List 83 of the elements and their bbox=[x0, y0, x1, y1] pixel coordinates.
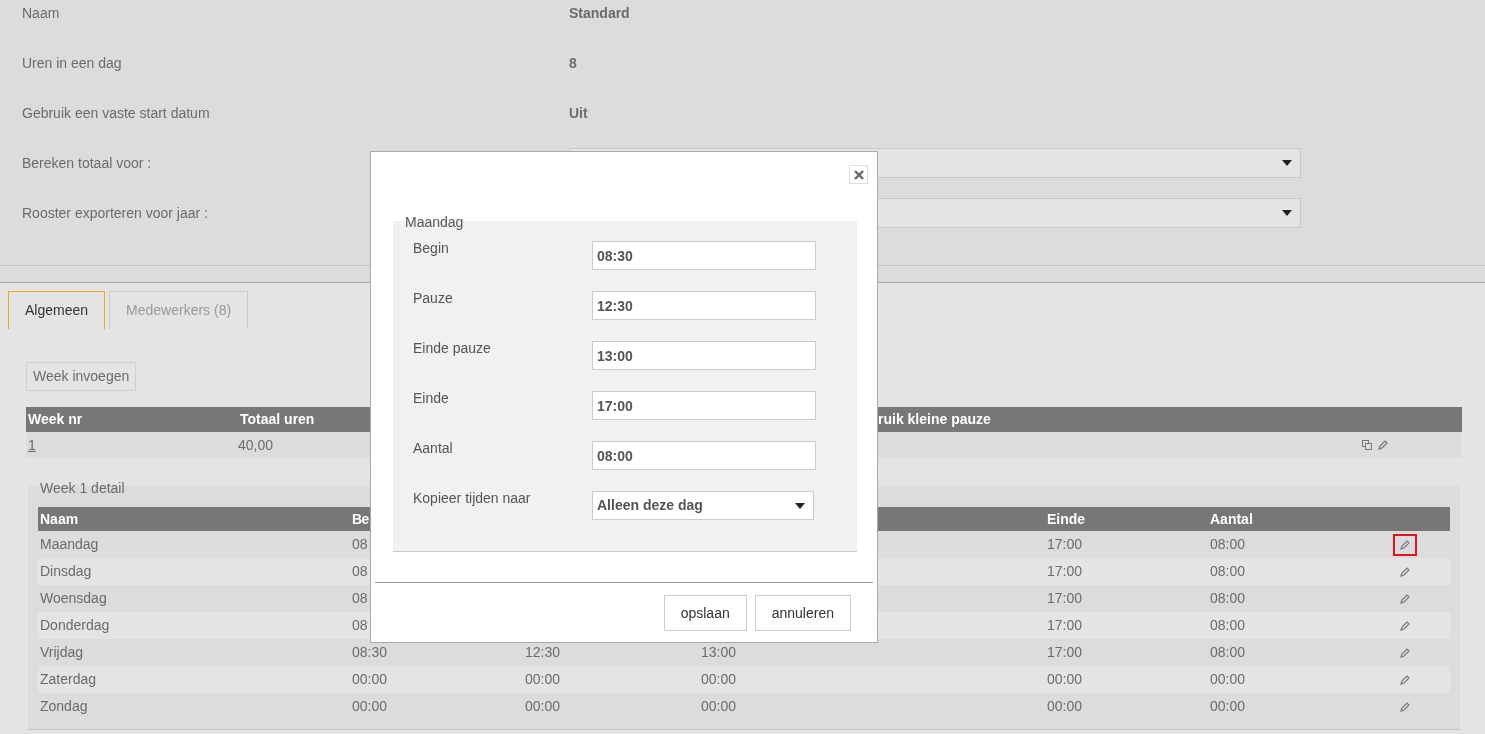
column-header: Week nr bbox=[28, 411, 83, 427]
caret-icon bbox=[795, 502, 805, 509]
table-cell: Zaterdag bbox=[40, 671, 97, 687]
caret-icon bbox=[1282, 210, 1292, 216]
pencil-icon[interactable] bbox=[1400, 701, 1410, 712]
select-field[interactable]: Alleen deze dag bbox=[592, 491, 814, 520]
column-header: Be bbox=[352, 510, 369, 527]
table-cell: 08 bbox=[352, 563, 368, 579]
table-cell: 00:00 bbox=[352, 671, 388, 687]
close-button[interactable] bbox=[849, 165, 868, 184]
field-label: Aantal bbox=[413, 439, 454, 458]
table-cell: 08 bbox=[352, 617, 368, 633]
panel-legend: Week 1 detail bbox=[40, 478, 125, 499]
table-cell: 08:30 bbox=[352, 644, 388, 660]
column-header: Naam bbox=[40, 510, 79, 527]
table-cell: Zondag bbox=[40, 698, 88, 714]
table-cell: 13:00 bbox=[701, 644, 737, 660]
input-field[interactable]: 08:30 bbox=[592, 241, 816, 270]
field-label: Einde bbox=[413, 389, 450, 408]
field-label: Rooster exporteren voor jaar : bbox=[22, 204, 208, 221]
table-cell: Dinsdag bbox=[40, 563, 92, 579]
pencil-icon[interactable] bbox=[1400, 539, 1410, 550]
pencil-icon[interactable] bbox=[1400, 593, 1410, 604]
field-value: Standard bbox=[569, 3, 630, 23]
week-link[interactable]: 1 bbox=[26, 434, 36, 456]
panel-legend: Maandag bbox=[405, 212, 464, 233]
input-field[interactable]: 17:00 bbox=[592, 391, 816, 420]
input-field[interactable]: 12:30 bbox=[592, 291, 816, 320]
table-cell: 12:30 bbox=[525, 644, 561, 660]
table-cell: 00:00 bbox=[1210, 671, 1246, 687]
pencil-icon[interactable] bbox=[1400, 566, 1410, 577]
field-value: Uit bbox=[569, 103, 588, 123]
column-header: ruik kleine pauze bbox=[878, 411, 991, 427]
copy-icon[interactable] bbox=[1362, 440, 1372, 450]
table-cell: Woensdag bbox=[40, 590, 107, 606]
pencil-icon[interactable] bbox=[1400, 620, 1410, 631]
input-field[interactable]: 13:00 bbox=[592, 341, 816, 370]
pencil-icon[interactable] bbox=[1400, 674, 1410, 685]
table-cell: 00:00 bbox=[1047, 698, 1083, 714]
pencil-icon[interactable] bbox=[1378, 440, 1388, 450]
insert-week-button[interactable]: Week invoegen bbox=[26, 362, 137, 391]
table-cell: 17:00 bbox=[1047, 617, 1083, 633]
pencil-icon[interactable] bbox=[1400, 647, 1410, 658]
table-cell: 17:00 bbox=[1047, 536, 1083, 552]
column-header: Einde bbox=[1047, 510, 1086, 527]
field-label: Pauze bbox=[413, 289, 454, 308]
table-cell: 08:00 bbox=[1210, 563, 1246, 579]
table-cell: 00:00 bbox=[1047, 671, 1083, 687]
dialog-button[interactable]: annuleren bbox=[754, 595, 851, 631]
table-cell: 08 bbox=[352, 590, 368, 606]
table-cell: Donderdag bbox=[40, 617, 110, 633]
table-cell: 17:00 bbox=[1047, 590, 1083, 606]
table-cell: Vrijdag bbox=[40, 644, 84, 660]
table-cell: 08 bbox=[352, 536, 368, 552]
table-cell: 00:00 bbox=[701, 671, 737, 687]
table-cell: 00:00 bbox=[701, 698, 737, 714]
column-header: Aantal bbox=[1210, 510, 1253, 527]
table-cell: 17:00 bbox=[1047, 563, 1083, 579]
table-cell: 00:00 bbox=[352, 698, 388, 714]
table-cell: 40,00 bbox=[238, 436, 274, 453]
table-cell: 00:00 bbox=[1210, 698, 1246, 714]
field-label: Naam bbox=[22, 4, 60, 21]
table-cell: 00:00 bbox=[525, 698, 561, 714]
dialog-button[interactable]: opslaan bbox=[663, 595, 747, 631]
table-cell: 08:00 bbox=[1210, 644, 1246, 660]
caret-icon bbox=[1282, 160, 1292, 166]
table-cell: 00:00 bbox=[525, 671, 561, 687]
field-label: Begin bbox=[413, 239, 450, 258]
column-header: Totaal uren bbox=[240, 411, 315, 427]
field-label: Bereken totaal voor : bbox=[22, 154, 152, 171]
input-field[interactable]: 08:00 bbox=[592, 441, 816, 470]
table-cell: Maandag bbox=[40, 536, 99, 552]
field-value: 8 bbox=[569, 53, 577, 73]
close-icon bbox=[853, 169, 864, 180]
table-cell: 08:00 bbox=[1210, 617, 1246, 633]
table-cell: 08:00 bbox=[1210, 536, 1246, 552]
field-label: Einde pauze bbox=[413, 339, 492, 358]
table-cell: 17:00 bbox=[1047, 644, 1083, 660]
field-label: Gebruik een vaste start datum bbox=[22, 104, 210, 121]
tab[interactable]: Algemeen bbox=[8, 291, 106, 329]
field-label: Kopieer tijden naar bbox=[413, 489, 532, 508]
table-cell: 08:00 bbox=[1210, 590, 1246, 606]
field-label: Uren in een dag bbox=[22, 54, 122, 71]
